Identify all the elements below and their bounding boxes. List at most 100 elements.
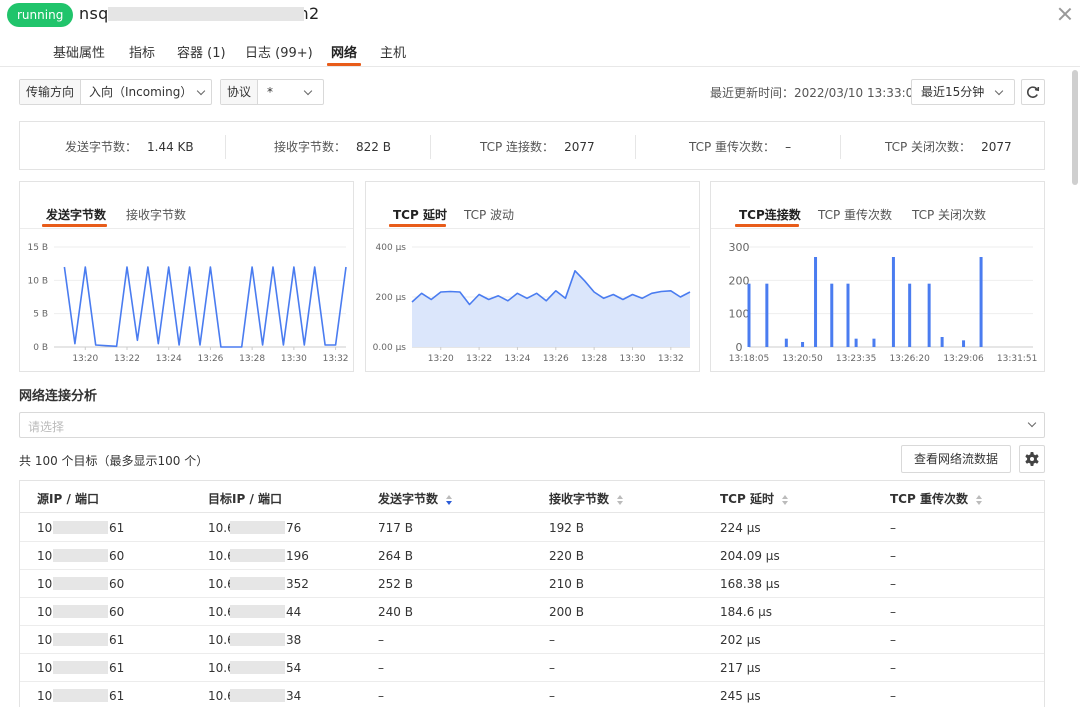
protocol-label: 协议	[221, 80, 259, 104]
tab-network[interactable]: 网络	[331, 42, 357, 61]
bar	[872, 338, 876, 347]
refresh-button[interactable]	[1021, 79, 1045, 105]
table-row[interactable]: 10. 61 10.6 38– –202 μs –	[20, 626, 1044, 654]
src-port: 61	[109, 689, 125, 703]
redacted-ip-mask	[53, 521, 108, 534]
latency-cell: 245 μs	[720, 689, 761, 703]
x-tick-label: 13:22	[466, 354, 492, 364]
active-chart-tab-indicator	[42, 224, 107, 227]
col-dst-ip: 目标IP / 端口	[208, 492, 282, 506]
protocol-value: *	[267, 85, 273, 99]
redacted-ip-mask	[230, 577, 285, 590]
x-tick-label: 13:23:35	[836, 354, 876, 364]
chevron-down-icon	[303, 86, 313, 96]
scrollbar-thumb[interactable]	[1072, 70, 1078, 185]
tcp-latency-chart: 0.00 μs 200 μs 400 μs 13:20 13:22 13:24 13:26 1…	[373, 243, 691, 364]
protocol-select[interactable]: 协议 *	[220, 79, 324, 105]
sent-bytes-cell: –	[378, 633, 384, 647]
divider	[635, 135, 636, 159]
sort-icon[interactable]	[975, 494, 983, 505]
table-row[interactable]: 10. 61 10.6 76 717 B 192 B 224 μs –	[20, 514, 1044, 542]
x-tick-label: 13:20	[428, 354, 454, 364]
tab-tcp-close[interactable]: TCP 关闭次数	[912, 206, 986, 223]
src-port: 60	[109, 577, 125, 591]
y-tick-label: 0.00 μs	[373, 343, 407, 353]
retrans-cell: –	[890, 549, 896, 563]
stat-tcp-retrans: TCP 重传次数： –	[689, 140, 792, 154]
col-sent-bytes[interactable]: 发送字节数	[378, 490, 453, 507]
retrans-cell: –	[890, 605, 896, 619]
sent-bytes-cell: 264 B	[378, 549, 413, 563]
latency-cell: 224 μs	[720, 521, 761, 535]
sent-bytes-cell: –	[378, 689, 384, 703]
series-line	[63, 266, 347, 348]
time-range-select[interactable]: 最近15分钟	[911, 79, 1015, 105]
recv-bytes-cell: 192 B	[549, 521, 584, 535]
latency-cell: 217 μs	[720, 661, 761, 675]
tab-logs[interactable]: 日志 (99+)	[245, 42, 313, 61]
sent-bytes-cell: 717 B	[378, 521, 413, 535]
redacted-ip-mask	[230, 689, 285, 702]
tab-tcp-connections[interactable]: TCP连接数	[739, 206, 801, 223]
series-area	[412, 270, 690, 347]
x-tick-label: 13:30	[281, 354, 307, 364]
tab-recv-bytes[interactable]: 接收字节数	[126, 206, 186, 223]
tab-basic-properties[interactable]: 基础属性	[53, 42, 105, 61]
src-port: 61	[109, 633, 125, 647]
col-recv-bytes[interactable]: 接收字节数	[549, 490, 624, 507]
bar	[830, 283, 834, 347]
dst-port: 196	[286, 549, 309, 563]
x-tick-label: 13:32	[658, 354, 684, 364]
table-row[interactable]: 10. 60 10.6 352 252 B 210 B 168.38 μs –	[20, 570, 1044, 598]
table-header: 源IP / 端口 目标IP / 端口 发送字节数 接收字节数 TCP 延时 TC…	[20, 481, 1044, 513]
src-port: 61	[109, 521, 125, 535]
bar	[814, 257, 818, 347]
tab-host[interactable]: 主机	[380, 42, 406, 61]
x-tick-label: 13:30	[620, 354, 646, 364]
redacted-ip-mask	[53, 577, 108, 590]
tab-tcp-retrans[interactable]: TCP 重传次数	[818, 206, 892, 223]
bar	[846, 283, 850, 347]
tab-sent-bytes[interactable]: 发送字节数	[46, 206, 106, 223]
table-row[interactable]: 10. 60 10.6 196 264 B 220 B 204.09 μs –	[20, 542, 1044, 570]
sent-bytes-cell: –	[378, 661, 384, 675]
sort-desc-icon[interactable]	[446, 494, 453, 505]
tab-metrics[interactable]: 指标	[129, 42, 155, 61]
table-row[interactable]: 10. 60 10.6 44 240 B 200 B 184.6 μs –	[20, 598, 1044, 626]
sort-icon[interactable]	[617, 494, 624, 505]
y-tick-label: 10 B	[28, 276, 49, 286]
recv-bytes-cell: –	[549, 661, 555, 675]
chevron-down-icon	[1027, 418, 1037, 428]
table-row[interactable]: 10. 61 10.6 54– –217 μs –	[20, 654, 1044, 682]
divider	[840, 135, 841, 159]
y-tick-label: 200 μs	[376, 293, 407, 303]
x-tick-label: 13:24	[504, 354, 530, 364]
recv-bytes-cell: –	[549, 689, 555, 703]
tab-containers[interactable]: 容器 (1)	[177, 42, 226, 61]
col-tcp-latency[interactable]: TCP 延时	[720, 490, 789, 507]
bar	[784, 338, 788, 347]
x-tick-label: 13:20	[72, 354, 98, 364]
close-icon[interactable]	[1057, 6, 1073, 22]
latency-cell: 204.09 μs	[720, 549, 780, 563]
direction-select[interactable]: 传输方向 入向（Incoming）	[19, 79, 212, 105]
y-tick-label: 15 B	[28, 243, 49, 253]
tab-tcp-jitter[interactable]: TCP 波动	[464, 206, 514, 223]
latency-chart-card: TCP 延时 TCP 波动 0.00 μs 200 μs 400 μs 13:20 13…	[365, 181, 700, 372]
table-row[interactable]: 10. 61 10.6 34– –245 μs –	[20, 682, 1044, 707]
stat-tcp-close: TCP 关闭次数： 2077	[885, 140, 1012, 154]
table-settings-button[interactable]	[1019, 445, 1045, 473]
target-select[interactable]: 请选择	[19, 412, 1045, 438]
bar	[891, 257, 895, 347]
bar	[962, 340, 966, 347]
col-tcp-retrans[interactable]: TCP 重传次数	[890, 490, 983, 507]
bytes-chart-card: 发送字节数 接收字节数 0 B 5 B 10 B 15 B 13:20 13:22 13:2…	[19, 181, 354, 372]
view-network-flow-button[interactable]: 查看网络流数据	[901, 445, 1011, 473]
title-bar: running nsq n2	[0, 0, 1080, 32]
dst-port: 44	[286, 605, 302, 619]
chevron-down-icon	[994, 86, 1004, 96]
tab-tcp-latency[interactable]: TCP 延时	[393, 206, 447, 223]
y-tick-label: 0 B	[33, 343, 48, 353]
sort-icon[interactable]	[781, 494, 789, 505]
y-tick-label: 400 μs	[376, 243, 407, 253]
